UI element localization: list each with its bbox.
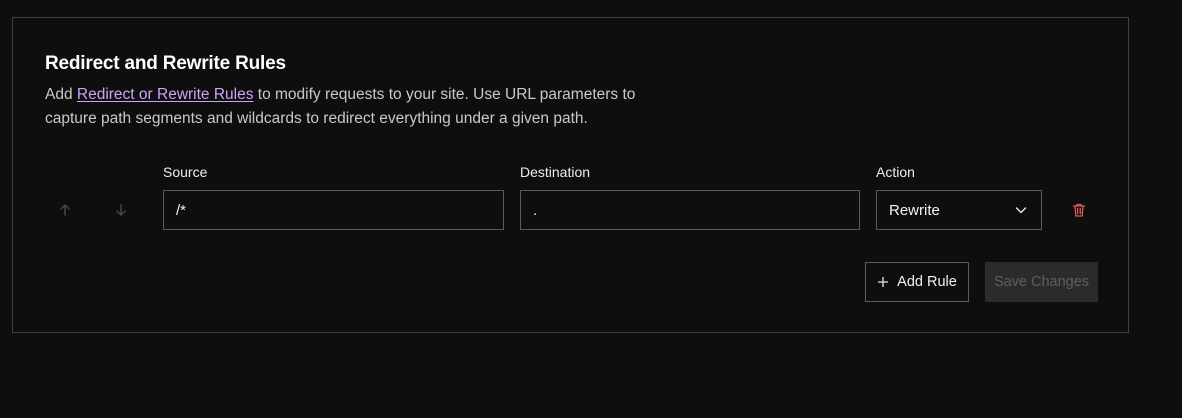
source-input[interactable] — [163, 190, 504, 230]
add-rule-label: Add Rule — [897, 274, 957, 290]
action-select-value: Rewrite — [889, 201, 940, 219]
redirect-rules-panel: Redirect and Rewrite Rules Add Redirect … — [12, 17, 1129, 333]
section-description: Add Redirect or Rewrite Rules to modify … — [45, 83, 645, 131]
chevron-down-icon — [1015, 207, 1027, 214]
action-column-label: Action — [876, 164, 915, 180]
trash-icon[interactable] — [1070, 201, 1088, 219]
save-changes-label: Save Changes — [993, 274, 1090, 290]
destination-input[interactable] — [520, 190, 860, 230]
description-prefix: Add — [45, 86, 77, 103]
section-title: Redirect and Rewrite Rules — [45, 53, 286, 74]
destination-column-label: Destination — [520, 164, 591, 180]
action-select[interactable]: Rewrite — [876, 190, 1042, 230]
plus-icon — [878, 276, 889, 288]
save-changes-button[interactable]: Save Changes — [985, 262, 1098, 302]
source-column-label: Source — [163, 164, 208, 180]
arrow-down-icon[interactable] — [112, 201, 130, 219]
add-rule-button[interactable]: Add Rule — [865, 262, 969, 302]
redirect-rules-docs-link[interactable]: Redirect or Rewrite Rules — [77, 86, 254, 103]
arrow-up-icon[interactable] — [56, 201, 74, 219]
